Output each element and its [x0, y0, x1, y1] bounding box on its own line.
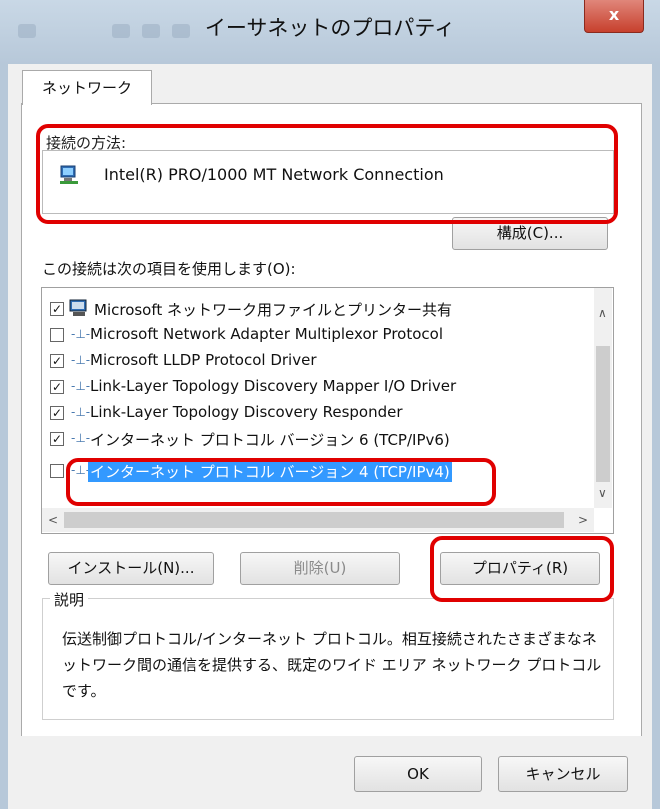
description-label: 説明	[50, 589, 89, 610]
scroll-down-icon[interactable]: ∨	[598, 486, 607, 500]
checkbox[interactable]: ✓	[50, 406, 64, 420]
checkbox[interactable]: ✓	[50, 380, 64, 394]
list-item[interactable]: ✓ -⊥- Link-Layer Topology Discovery Resp…	[42, 400, 582, 426]
scroll-up-icon[interactable]: ∧	[598, 306, 607, 320]
adapter-name: Intel(R) PRO/1000 MT Network Connection	[104, 165, 444, 184]
list-item-label: Link-Layer Topology Discovery Mapper I/O…	[90, 377, 457, 395]
window-title: イーサネットのプロパティ	[204, 16, 456, 40]
protocol-icon: -⊥-	[71, 379, 91, 393]
close-icon: x	[608, 5, 620, 24]
scroll-right-icon[interactable]: >	[578, 513, 588, 527]
protocol-icon: -⊥-	[71, 327, 91, 341]
client-icon	[69, 299, 87, 316]
vertical-scroll-thumb[interactable]	[596, 346, 610, 482]
list-item-label: インターネット プロトコル バージョン 6 (TCP/IPv6)	[90, 431, 450, 449]
protocol-icon: -⊥-	[71, 405, 91, 419]
list-item-selected[interactable]: -⊥- インターネット プロトコル バージョン 4 (TCP/IPv4)	[42, 458, 582, 484]
list-item-label: インターネット プロトコル バージョン 4 (TCP/IPv4)	[88, 461, 452, 482]
network-adapter-icon	[60, 165, 78, 184]
close-button[interactable]: x	[584, 0, 644, 33]
list-item-label: Microsoft ネットワーク用ファイルとプリンター共有	[94, 301, 453, 319]
checkbox[interactable]	[50, 328, 64, 342]
list-item-label: Microsoft LLDP Protocol Driver	[90, 351, 317, 369]
list-item[interactable]: ✓ Microsoft ネットワーク用ファイルとプリンター共有	[42, 296, 582, 322]
protocol-icon: -⊥-	[71, 431, 91, 445]
list-item[interactable]: -⊥- Microsoft Network Adapter Multiplexo…	[42, 322, 582, 348]
install-button[interactable]: インストール(N)...	[48, 552, 214, 585]
vertical-scrollbar[interactable]: ∧ ∨	[594, 288, 612, 508]
list-item[interactable]: ✓ -⊥- Microsoft LLDP Protocol Driver	[42, 348, 582, 374]
uninstall-button[interactable]: 削除(U)	[240, 552, 400, 585]
components-list[interactable]: ✓ Microsoft ネットワーク用ファイルとプリンター共有 -⊥- Micr…	[41, 287, 614, 534]
tab-network[interactable]: ネットワーク	[22, 70, 152, 105]
ok-button[interactable]: OK	[354, 756, 482, 792]
list-item-label: Link-Layer Topology Discovery Responder	[90, 403, 403, 421]
items-label: この接続は次の項目を使用します(O):	[42, 260, 296, 278]
checkbox[interactable]: ✓	[50, 302, 64, 316]
list-item[interactable]: ✓ -⊥- インターネット プロトコル バージョン 6 (TCP/IPv6)	[42, 426, 582, 452]
checkbox[interactable]: ✓	[50, 432, 64, 446]
properties-button[interactable]: プロパティ(R)	[440, 552, 600, 585]
horizontal-scrollbar[interactable]: < >	[42, 508, 594, 532]
list-item[interactable]: ✓ -⊥- Link-Layer Topology Discovery Mapp…	[42, 374, 582, 400]
list-item-label: Microsoft Network Adapter Multiplexor Pr…	[90, 325, 443, 343]
title-bar: イーサネットのプロパティ x	[0, 0, 660, 64]
protocol-icon: -⊥-	[71, 353, 91, 367]
checkbox[interactable]	[50, 464, 64, 478]
description-text: 伝送制御プロトコル/インターネット プロトコル。相互接続されたさまざまなネットワ…	[62, 630, 602, 700]
scroll-left-icon[interactable]: <	[48, 513, 58, 527]
horizontal-scroll-thumb[interactable]	[64, 512, 564, 528]
checkbox[interactable]: ✓	[50, 354, 64, 368]
configure-button[interactable]: 構成(C)...	[452, 217, 608, 250]
cancel-button[interactable]: キャンセル	[498, 756, 628, 792]
